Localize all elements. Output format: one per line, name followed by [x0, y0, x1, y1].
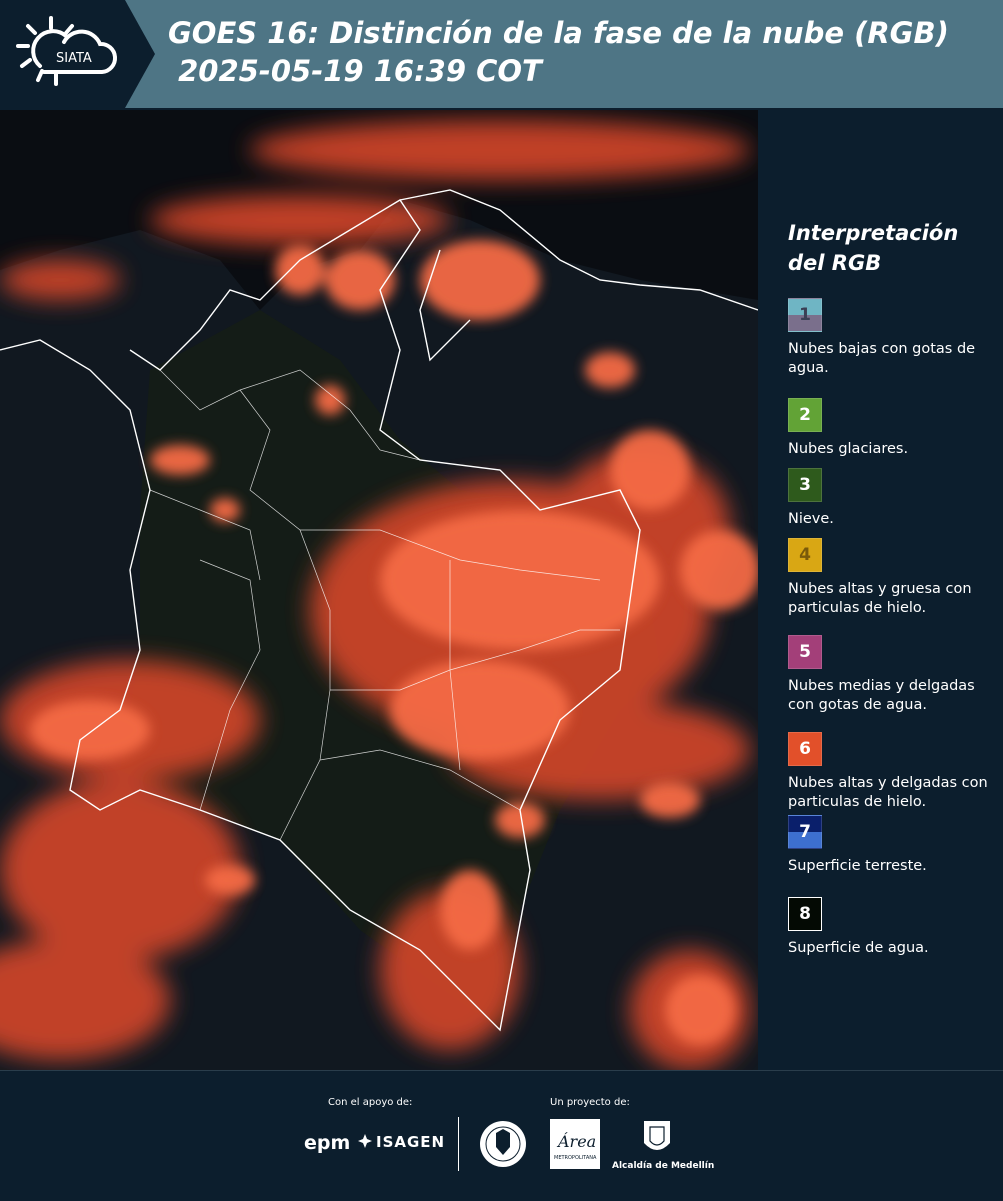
- legend-item-5: 5 Nubes medias y delgadas con gotas de ag…: [788, 635, 998, 715]
- legend-swatch-2: 2: [788, 398, 822, 432]
- legend-swatch-1: 1: [788, 298, 822, 332]
- legend-label: Nubes medias y delgadas con gotas de agu…: [788, 678, 975, 713]
- legend-swatch-4: 4: [788, 538, 822, 572]
- legend-label: Nubes altas y delgadas con particulas de…: [788, 775, 988, 810]
- legend-swatch-5: 5: [788, 635, 822, 669]
- legend-number: 4: [799, 545, 811, 565]
- legend-label: Nubes altas y gruesa con particulas de h…: [788, 581, 972, 616]
- project-label: Un proyecto de:: [550, 1097, 630, 1108]
- siata-logo: SIATA: [0, 0, 155, 108]
- page-title: GOES 16: Distinción de la fase de la nub…: [168, 14, 949, 90]
- legend-item-6: 6 Nubes altas y delgadas con particulas d…: [788, 732, 998, 812]
- footer-divider: [458, 1117, 459, 1171]
- legend-item-4: 4 Nubes altas y gruesa con particulas de …: [788, 538, 998, 618]
- satellite-map: [0, 110, 758, 1070]
- legend-panel: Interpretación del RGB 1 Nubes bajas con …: [760, 110, 1003, 1070]
- logo-text: SIATA: [56, 51, 92, 66]
- legend-number: 2: [799, 405, 811, 425]
- medellin-coat-of-arms-icon: [644, 1121, 670, 1150]
- legend-title-line-2: del RGB: [788, 251, 882, 275]
- sun-cloud-icon: SIATA: [16, 16, 118, 86]
- legend-swatch-8: 8: [788, 897, 822, 931]
- satellite-image: [0, 110, 758, 1070]
- legend-title: Interpretación del RGB: [788, 218, 988, 278]
- title-line-2: 2025-05-19 16:39 COT: [168, 54, 542, 88]
- university-seal-icon: [480, 1121, 526, 1167]
- legend-swatch-6: 6: [788, 732, 822, 766]
- legend-label: Superficie de agua.: [788, 940, 929, 956]
- legend-number: 5: [799, 642, 811, 662]
- alcaldia-label: Alcaldía de Medellín: [612, 1161, 715, 1171]
- legend-item-1: 1 Nubes bajas con gotas de agua.: [788, 298, 998, 378]
- footer: Con el apoyo de: Un proyecto de: epm ISA…: [0, 1070, 1003, 1201]
- legend-label: Nubes glaciares.: [788, 441, 909, 457]
- legend-swatch-7: 7: [788, 815, 822, 849]
- header: SIATA GOES 16: Distinción de la fase de …: [0, 0, 1003, 108]
- legend-item-7: 7 Superficie terreste.: [788, 815, 998, 876]
- legend-item-2: 2 Nubes glaciares.: [788, 398, 998, 459]
- legend-swatch-3: 3: [788, 468, 822, 502]
- legend-label: Nubes bajas con gotas de agua.: [788, 341, 976, 376]
- legend-item-3: 3 Nieve.: [788, 468, 998, 529]
- isagen-icon: [358, 1134, 372, 1148]
- legend-number: 7: [799, 822, 811, 842]
- legend-item-8: 8 Superficie de agua.: [788, 897, 998, 958]
- legend-title-line-1: Interpretación: [788, 221, 959, 245]
- legend-number: 8: [799, 904, 811, 924]
- legend-number: 1: [799, 305, 811, 325]
- isagen-logo: ISAGEN: [376, 1133, 446, 1151]
- legend-number: 6: [799, 739, 811, 759]
- legend-label: Nieve.: [788, 511, 834, 527]
- svg-text:Área: Área: [556, 1131, 596, 1151]
- title-line-1: GOES 16: Distinción de la fase de la nub…: [168, 16, 949, 50]
- svg-text:METROPOLITANA: METROPOLITANA: [554, 1155, 597, 1161]
- legend-number: 3: [799, 475, 811, 495]
- epm-logo: epm: [304, 1132, 351, 1154]
- legend-label: Superficie terreste.: [788, 858, 927, 874]
- area-metropolitana-logo: Área METROPOLITANA: [550, 1119, 600, 1169]
- support-label: Con el apoyo de:: [328, 1097, 413, 1108]
